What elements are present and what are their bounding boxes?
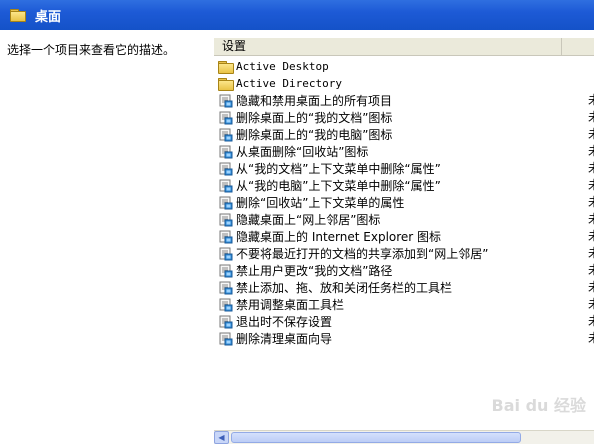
policy-setting-icon (219, 332, 233, 345)
description-pane: 选择一个项目来查看它的描述。 (0, 30, 210, 444)
row-label: 从“我的电脑”上下文菜单中删除“属性” (236, 179, 441, 193)
policy-setting-icon (219, 247, 233, 260)
policy-setting-icon (219, 264, 233, 277)
policy-row[interactable]: 不要将最近打开的文档的共享添加到“网上邻居” 未 (214, 245, 594, 262)
policy-setting-icon (216, 111, 236, 125)
column-header-state[interactable] (563, 38, 594, 55)
row-state: 未 (588, 211, 594, 228)
row-label: 禁用调整桌面工具栏 (236, 298, 345, 312)
policy-row[interactable]: 隐藏桌面上“网上邻居”图标 未 (214, 211, 594, 228)
folder-icon (218, 77, 234, 91)
policy-setting-icon (216, 145, 236, 159)
folder-icon (216, 60, 236, 74)
scrollbar-thumb[interactable] (231, 432, 521, 443)
row-label: 退出时不保存设置 (236, 315, 333, 329)
row-label: 删除清理桌面向导 (236, 332, 333, 346)
policy-row[interactable]: 禁止用户更改“我的文档”路径 未 (214, 262, 594, 279)
row-label: 隐藏桌面上“网上邻居”图标 (236, 213, 381, 227)
description-text: 选择一个项目来查看它的描述。 (7, 43, 176, 57)
policy-setting-icon (216, 179, 236, 193)
row-label: 禁止添加、拖、放和关闭任务栏的工具栏 (236, 281, 453, 295)
row-state: 未 (588, 126, 594, 143)
row-label: Active Desktop (236, 60, 329, 73)
row-label: 不要将最近打开的文档的共享添加到“网上邻居” (236, 247, 489, 261)
policy-row[interactable]: 从桌面删除“回收站”图标 未 (214, 143, 594, 160)
settings-list-pane: 设置 Active Desktop Active Directory 隐藏和禁用桌面… (214, 30, 594, 444)
row-state: 未 (588, 109, 594, 126)
policy-setting-icon (219, 230, 233, 243)
horizontal-scrollbar[interactable]: ◀ (214, 430, 594, 444)
row-label: 删除桌面上的“我的文档”图标 (236, 111, 393, 125)
row-label: Active Directory (236, 77, 342, 90)
policy-row[interactable]: 从“我的文档”上下文菜单中删除“属性” 未 (214, 160, 594, 177)
policy-row[interactable]: 退出时不保存设置 未 (214, 313, 594, 330)
row-label: 隐藏桌面上的 Internet Explorer 图标 (236, 230, 442, 244)
folder-row[interactable]: Active Directory (214, 75, 594, 92)
row-state: 未 (588, 92, 594, 109)
policy-row[interactable]: 隐藏和禁用桌面上的所有项目 未 (214, 92, 594, 109)
policy-setting-icon (216, 196, 236, 210)
policy-setting-icon (219, 179, 233, 192)
column-header-bar: 设置 (214, 38, 594, 56)
settings-list: Active Desktop Active Directory 隐藏和禁用桌面上的所… (214, 58, 594, 347)
policy-setting-icon (216, 332, 236, 346)
folder-icon (10, 9, 26, 22)
row-label: 隐藏和禁用桌面上的所有项目 (236, 94, 393, 108)
row-state: 未 (588, 160, 594, 177)
row-state: 未 (588, 279, 594, 296)
policy-setting-icon (216, 213, 236, 227)
policy-setting-icon (216, 230, 236, 244)
row-state: 未 (588, 228, 594, 245)
row-state: 未 (588, 262, 594, 279)
row-state: 未 (588, 296, 594, 313)
row-label: 删除“回收站”上下文菜单的属性 (236, 196, 405, 210)
policy-row[interactable]: 删除清理桌面向导 未 (214, 330, 594, 347)
window-title-bar: 桌面 (0, 0, 594, 30)
row-state: 未 (588, 313, 594, 330)
folder-icon (216, 77, 236, 91)
policy-setting-icon (219, 281, 233, 294)
row-label: 从桌面删除“回收站”图标 (236, 145, 369, 159)
watermark: Bai du 经验 (491, 396, 586, 415)
row-label: 删除桌面上的“我的电脑”图标 (236, 128, 393, 142)
policy-setting-icon (219, 145, 233, 158)
policy-setting-icon (216, 298, 236, 312)
policy-row[interactable]: 删除桌面上的“我的电脑”图标 未 (214, 126, 594, 143)
row-state: 未 (588, 143, 594, 160)
policy-setting-icon (219, 298, 233, 311)
policy-setting-icon (219, 315, 233, 328)
scroll-left-button[interactable]: ◀ (214, 431, 229, 444)
policy-setting-icon (219, 162, 233, 175)
policy-setting-icon (216, 264, 236, 278)
row-state: 未 (588, 177, 594, 194)
policy-setting-icon (219, 128, 233, 141)
policy-row[interactable]: 删除“回收站”上下文菜单的属性 未 (214, 194, 594, 211)
policy-row[interactable]: 禁用调整桌面工具栏 未 (214, 296, 594, 313)
row-state: 未 (588, 330, 594, 347)
policy-setting-icon (219, 94, 233, 107)
folder-row[interactable]: Active Desktop (214, 58, 594, 75)
row-label: 禁止用户更改“我的文档”路径 (236, 264, 393, 278)
policy-setting-icon (216, 247, 236, 261)
policy-setting-icon (216, 315, 236, 329)
policy-row[interactable]: 从“我的电脑”上下文菜单中删除“属性” 未 (214, 177, 594, 194)
row-state: 未 (588, 245, 594, 262)
policy-row[interactable]: 禁止添加、拖、放和关闭任务栏的工具栏 未 (214, 279, 594, 296)
policy-row[interactable]: 删除桌面上的“我的文档”图标 未 (214, 109, 594, 126)
policy-setting-icon (219, 213, 233, 226)
policy-setting-icon (216, 128, 236, 142)
policy-setting-icon (216, 162, 236, 176)
policy-setting-icon (216, 94, 236, 108)
row-label: 从“我的文档”上下文菜单中删除“属性” (236, 162, 441, 176)
window-title: 桌面 (35, 9, 62, 25)
policy-setting-icon (219, 196, 233, 209)
policy-setting-icon (216, 281, 236, 295)
folder-icon (218, 60, 234, 74)
policy-row[interactable]: 隐藏桌面上的 Internet Explorer 图标 未 (214, 228, 594, 245)
row-state: 未 (588, 194, 594, 211)
column-header-settings[interactable]: 设置 (214, 38, 562, 55)
policy-setting-icon (219, 111, 233, 124)
